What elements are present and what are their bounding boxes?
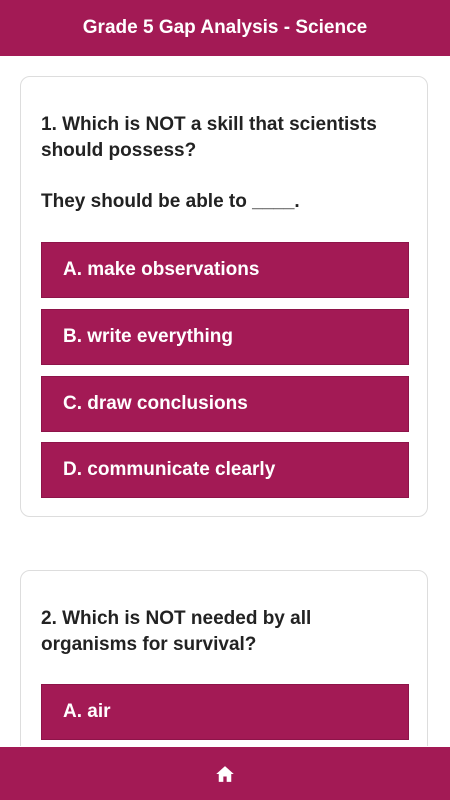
question-subtext: They should be able to ____. bbox=[41, 191, 300, 212]
question-text: 1. Which is NOT a skill that scientists … bbox=[41, 114, 377, 161]
app-header: Grade 5 Gap Analysis - Science bbox=[0, 0, 450, 56]
home-icon bbox=[216, 765, 234, 782]
answer-option-a[interactable]: A. air bbox=[41, 684, 409, 740]
question-card: 2. Which is NOT needed by all organisms … bbox=[20, 570, 428, 746]
question-text: 2. Which is NOT needed by all organisms … bbox=[41, 608, 312, 655]
question-card: 1. Which is NOT a skill that scientists … bbox=[20, 76, 428, 517]
answer-option-d[interactable]: D. communicate clearly bbox=[41, 442, 409, 498]
question-list[interactable]: 1. Which is NOT a skill that scientists … bbox=[0, 56, 450, 746]
bottom-nav-bar bbox=[0, 747, 450, 800]
answer-option-b[interactable]: B. write everything bbox=[41, 309, 409, 365]
page-title: Grade 5 Gap Analysis - Science bbox=[82, 17, 368, 38]
home-button[interactable] bbox=[205, 754, 245, 794]
answer-option-c[interactable]: C. draw conclusions bbox=[41, 376, 409, 432]
answer-option-a[interactable]: A. make observations bbox=[41, 242, 409, 298]
